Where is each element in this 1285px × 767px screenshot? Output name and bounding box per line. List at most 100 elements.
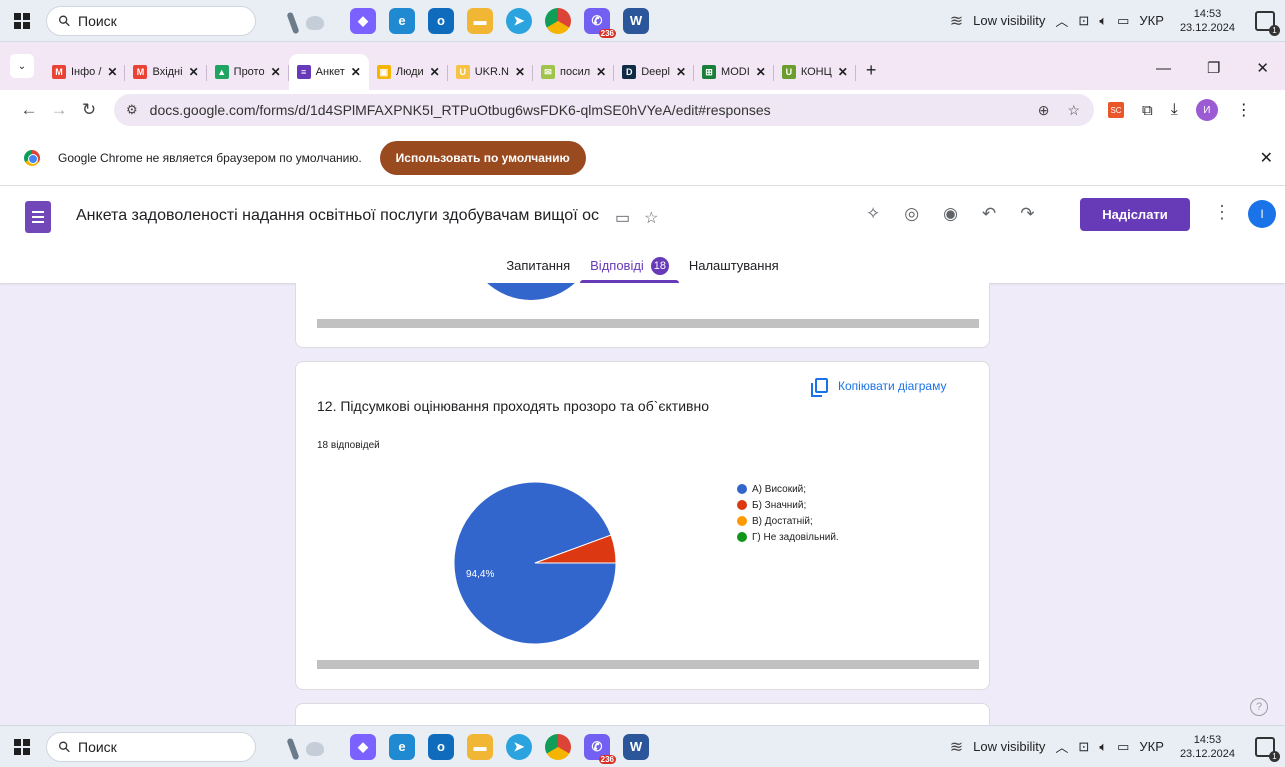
reload-icon[interactable]: ↻: [74, 100, 104, 120]
site-info-icon[interactable]: ⚙: [126, 102, 138, 118]
new-tab-button[interactable]: +: [866, 60, 877, 81]
more-options-icon[interactable]: ⋮: [1213, 202, 1231, 223]
tab-close-icon[interactable]: ✕: [351, 65, 361, 79]
edge-icon[interactable]: e: [389, 7, 415, 34]
responses-content[interactable]: Копіювати діаграму 12. Підсумкові оцінюв…: [0, 283, 1285, 725]
palette-icon[interactable]: ◎: [904, 204, 919, 224]
tab-close-icon[interactable]: ✕: [838, 65, 848, 79]
weather-text[interactable]: Low visibility: [973, 13, 1045, 28]
browser-tab[interactable]: D Deepl ✕: [614, 54, 694, 90]
edge-icon[interactable]: e: [389, 733, 415, 760]
restore-icon[interactable]: ❐: [1207, 59, 1220, 77]
taskbar-search[interactable]: ⚲ Поиск: [46, 5, 256, 36]
tab-settings[interactable]: Налаштування: [679, 250, 789, 283]
set-default-button[interactable]: Использовать по умолчанию: [379, 140, 586, 175]
volume-icon[interactable]: 🔈︎: [1099, 739, 1107, 755]
chevron-up-icon[interactable]: ︿: [1055, 11, 1068, 30]
chart-scrollbar[interactable]: [317, 660, 979, 669]
account-avatar[interactable]: I: [1248, 200, 1276, 228]
chrome-menu-icon[interactable]: ⋮: [1236, 100, 1252, 120]
notification-icon[interactable]: [1255, 10, 1280, 36]
telegram-icon[interactable]: ➤: [506, 7, 532, 34]
viber-icon[interactable]: ✆ 236: [584, 7, 616, 38]
extensions-icon[interactable]: ⧉: [1142, 102, 1153, 119]
browser-tab[interactable]: U КОНЦ ✕: [774, 54, 856, 90]
send-button[interactable]: Надіслати: [1080, 198, 1190, 231]
word-icon[interactable]: W: [623, 733, 649, 760]
taskbar-search[interactable]: ⚲ Поиск: [46, 731, 256, 762]
network-icon[interactable]: ▭: [1117, 13, 1129, 29]
chrome-icon[interactable]: [545, 7, 571, 34]
outlook-icon[interactable]: o: [428, 7, 454, 34]
forward-icon[interactable]: →: [44, 100, 74, 120]
tab-close-icon[interactable]: ✕: [430, 65, 440, 79]
system-tray: ≋ Low visibility ︿ ⊡ 🔈︎ ▭ УКР 14:53 23.1…: [950, 733, 1285, 762]
back-icon[interactable]: ←: [14, 100, 44, 120]
viber-icon[interactable]: ✆ 236: [584, 733, 616, 764]
network-icon[interactable]: ▭: [1117, 739, 1129, 755]
tab-close-icon[interactable]: ✕: [676, 65, 686, 79]
undo-icon[interactable]: ↶: [982, 204, 996, 224]
browser-tab[interactable]: M Інфо / ✕: [44, 54, 126, 90]
search-highlight-icon[interactable]: [282, 732, 332, 762]
tab-questions[interactable]: Запитання: [496, 250, 580, 283]
copilot-icon[interactable]: ◆: [350, 733, 376, 760]
tab-favicon-icon: ⊞: [702, 65, 717, 79]
form-title[interactable]: Анкета задоволеності надання освітньої п…: [76, 207, 611, 225]
preview-eye-icon[interactable]: ◉: [943, 204, 958, 224]
windows-start-button[interactable]: [4, 0, 40, 42]
notification-icon[interactable]: [1255, 736, 1280, 762]
tab-close-icon[interactable]: ✕: [756, 65, 766, 79]
chrome-icon[interactable]: [545, 733, 571, 760]
help-icon[interactable]: ?: [1250, 698, 1268, 716]
tab-search-icon[interactable]: ⌄: [10, 54, 34, 78]
file-explorer-icon[interactable]: ▬: [467, 733, 493, 760]
tray-app-icon[interactable]: ⊡: [1078, 13, 1089, 29]
google-forms-logo-icon[interactable]: [25, 201, 51, 233]
copy-chart-button[interactable]: Копіювати діаграму: [811, 378, 946, 397]
browser-tab[interactable]: U UKR.N ✕: [448, 54, 534, 90]
star-icon[interactable]: ☆: [644, 208, 658, 228]
url-text[interactable]: docs.google.com/forms/d/1d4SPlMFAXPNK5I_…: [150, 102, 771, 118]
close-window-icon[interactable]: ✕: [1256, 59, 1269, 77]
close-infobar-icon[interactable]: ✕: [1260, 148, 1273, 168]
profile-avatar[interactable]: И: [1195, 99, 1218, 121]
windows-start-button[interactable]: [4, 726, 40, 767]
chevron-up-icon[interactable]: ︿: [1055, 737, 1068, 756]
weather-text[interactable]: Low visibility: [973, 739, 1045, 754]
search-highlight-icon[interactable]: [282, 6, 332, 36]
tab-close-icon[interactable]: ✕: [271, 65, 281, 79]
word-icon[interactable]: W: [623, 7, 649, 34]
volume-icon[interactable]: 🔈︎: [1099, 13, 1107, 29]
browser-tab[interactable]: ≡ Анкет ✕: [288, 54, 369, 90]
outlook-icon[interactable]: o: [428, 733, 454, 760]
tab-close-icon[interactable]: ✕: [107, 65, 117, 79]
zoom-icon[interactable]: ⊕: [1038, 102, 1050, 119]
tab-close-icon[interactable]: ✕: [596, 65, 606, 79]
clock[interactable]: 14:53 23.12.2024: [1180, 733, 1235, 761]
language-indicator[interactable]: УКР: [1139, 739, 1164, 754]
copilot-icon[interactable]: ◆: [350, 7, 376, 34]
browser-tab[interactable]: ▣ Люди ✕: [369, 54, 448, 90]
tab-responses[interactable]: Відповіді 18: [580, 250, 679, 283]
browser-tab[interactable]: ▲ Прото ✕: [207, 54, 289, 90]
bookmark-star-icon[interactable]: ☆: [1067, 102, 1080, 119]
browser-tab[interactable]: ✉ посил ✕: [533, 54, 615, 90]
addons-icon[interactable]: ✧: [866, 204, 880, 224]
folder-icon[interactable]: ▭: [615, 208, 630, 228]
address-bar[interactable]: ⚙ docs.google.com/forms/d/1d4SPlMFAXPNK5…: [114, 94, 1094, 126]
minimize-icon[interactable]: —: [1156, 60, 1171, 77]
tab-close-icon[interactable]: ✕: [515, 65, 525, 79]
chart-scrollbar[interactable]: [317, 319, 979, 328]
tray-app-icon[interactable]: ⊡: [1078, 739, 1089, 755]
tab-close-icon[interactable]: ✕: [189, 65, 199, 79]
browser-tab[interactable]: ⊞ MODI ✕: [694, 54, 774, 90]
file-explorer-icon[interactable]: ▬: [467, 7, 493, 34]
redo-icon[interactable]: ↷: [1020, 204, 1034, 224]
clock[interactable]: 14:53 23.12.2024: [1180, 7, 1235, 35]
extension-sc-icon[interactable]: SC: [1108, 102, 1124, 118]
downloads-icon[interactable]: ⤓: [1171, 101, 1178, 119]
browser-tab[interactable]: M Вхідні ✕: [125, 54, 207, 90]
telegram-icon[interactable]: ➤: [506, 733, 532, 760]
language-indicator[interactable]: УКР: [1139, 13, 1164, 28]
